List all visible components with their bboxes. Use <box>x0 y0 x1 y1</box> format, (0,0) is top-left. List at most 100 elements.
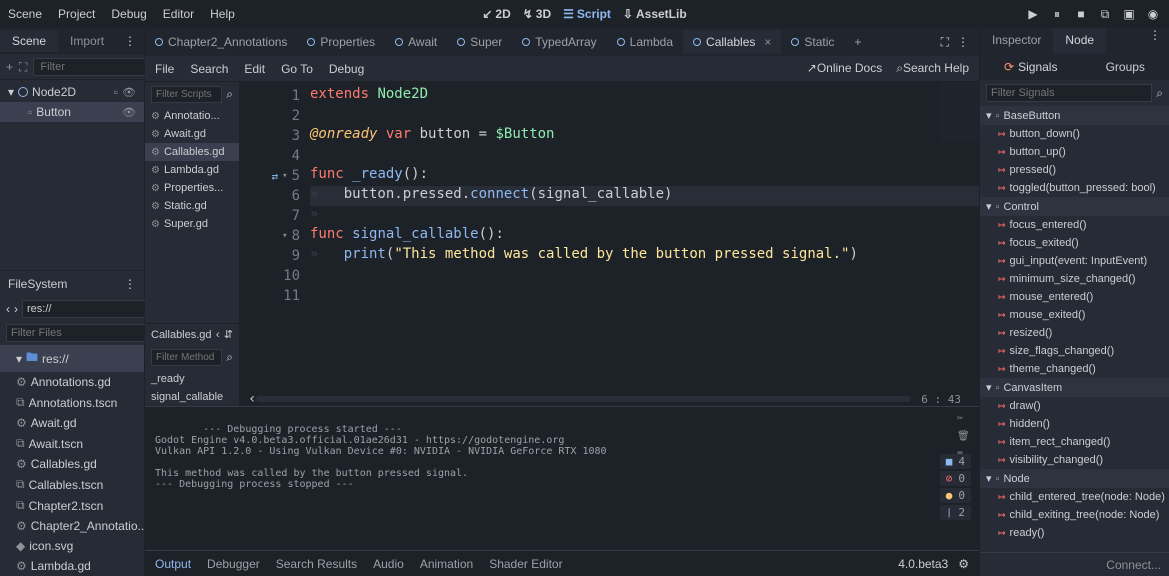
back-icon[interactable]: ‹ <box>216 329 220 341</box>
fold-icon[interactable]: ▾ <box>282 231 287 241</box>
signal-item[interactable]: ↦ready() <box>980 524 1169 542</box>
visibility-icon[interactable]: 👁 <box>122 86 136 99</box>
script-list-item[interactable]: ⚙Properties... <box>145 179 239 197</box>
script-tab[interactable]: Properties <box>297 30 385 54</box>
script-tab[interactable]: Static <box>781 30 844 54</box>
script-list-item[interactable]: ⚙Await.gd <box>145 125 239 143</box>
script-tab[interactable]: TypedArray <box>512 30 606 54</box>
tab-node[interactable]: Node <box>1053 28 1106 54</box>
code-line[interactable]: @onready var button = $Button <box>310 126 979 146</box>
view-assetlib-button[interactable]: ⇩AssetLib <box>623 7 687 21</box>
signal-item[interactable]: ↦child_exiting_tree(node: Node) <box>980 506 1169 524</box>
code-line[interactable]: extends Node2D <box>310 86 979 106</box>
filter-scripts-input[interactable] <box>151 86 222 103</box>
tab-groups[interactable]: Groups <box>1106 60 1145 74</box>
script-list-item[interactable]: ⚙Annotatio... <box>145 107 239 125</box>
script-list-item[interactable]: ⚙Callables.gd <box>145 143 239 161</box>
signal-item[interactable]: ↦mouse_exited() <box>980 306 1169 324</box>
horizontal-scrollbar[interactable] <box>256 396 911 402</box>
pause-icon[interactable]: ⏸ <box>1049 6 1065 22</box>
online-docs-link[interactable]: ↗Online Docs <box>807 61 882 76</box>
search-icon[interactable]: ⌕ <box>1156 86 1163 101</box>
signal-item[interactable]: ↦gui_input(event: InputEvent) <box>980 252 1169 270</box>
filter-signals-input[interactable] <box>986 84 1152 102</box>
code-line[interactable] <box>310 266 979 286</box>
script-tab[interactable]: Lambda <box>607 30 683 54</box>
code-line[interactable] <box>310 106 979 126</box>
close-icon[interactable]: × <box>764 35 771 49</box>
bottom-tab-debugger[interactable]: Debugger <box>207 557 260 571</box>
signal-item[interactable]: ↦visibility_changed() <box>980 451 1169 469</box>
warning-count-badge[interactable]: ●0 <box>940 488 971 503</box>
code-line[interactable]: func _ready(): <box>310 166 979 186</box>
script-menu-file[interactable]: File <box>155 62 174 76</box>
signal-item[interactable]: ↦focus_exited() <box>980 234 1169 252</box>
script-tab[interactable]: Chapter2_Annotations <box>145 30 297 54</box>
menu-project[interactable]: Project <box>58 7 95 21</box>
code-line[interactable] <box>310 146 979 166</box>
fs-file[interactable]: ⧉Chapter2.tscn <box>0 495 144 516</box>
fold-icon[interactable]: ▾ <box>282 171 287 181</box>
output-copy-icon[interactable]: ✂ <box>957 413 971 427</box>
filter-method-input[interactable] <box>151 349 222 366</box>
visibility-icon[interactable]: 👁 <box>122 106 136 119</box>
search-help-link[interactable]: ⌕Search Help <box>896 61 969 76</box>
tab-scene[interactable]: Scene <box>0 30 58 52</box>
nav-back-icon[interactable]: ‹ <box>6 302 10 316</box>
fs-folder-root[interactable]: ▾ 🖿 res:// <box>0 345 144 372</box>
bottom-tab-audio[interactable]: Audio <box>373 557 404 571</box>
menu-debug[interactable]: Debug <box>111 7 146 21</box>
signal-group[interactable]: ▾▫CanvasItem <box>980 378 1169 397</box>
scene-tabs-menu-icon[interactable]: ⋮ <box>116 34 144 48</box>
bottom-tab-shader[interactable]: Shader Editor <box>489 557 562 571</box>
scroll-left-icon[interactable]: ‹ <box>248 391 256 406</box>
signal-item[interactable]: ↦resized() <box>980 324 1169 342</box>
signal-item[interactable]: ↦size_flags_changed() <box>980 342 1169 360</box>
fs-file[interactable]: ⚙Await.gd <box>0 413 144 433</box>
info-count-badge[interactable]: ❘2 <box>940 505 971 520</box>
signal-item[interactable]: ↦minimum_size_changed() <box>980 270 1169 288</box>
search-icon[interactable]: ⌕ <box>226 350 233 365</box>
bottom-tab-search[interactable]: Search Results <box>276 557 357 571</box>
tab-inspector[interactable]: Inspector <box>980 28 1053 54</box>
code-line[interactable] <box>310 286 979 306</box>
tab-import[interactable]: Import <box>58 30 116 52</box>
signal-item[interactable]: ↦pressed() <box>980 161 1169 179</box>
signal-connect-icon[interactable]: ⇄ <box>272 170 279 183</box>
signal-item[interactable]: ↦hidden() <box>980 415 1169 433</box>
menu-editor[interactable]: Editor <box>163 7 194 21</box>
signal-item[interactable]: ↦button_up() <box>980 143 1169 161</box>
menu-help[interactable]: Help <box>210 7 235 21</box>
view-script-button[interactable]: ☰Script <box>563 7 611 21</box>
fs-file[interactable]: ◆icon.svg <box>0 536 144 556</box>
add-tab-button[interactable]: + <box>844 30 871 54</box>
fs-file[interactable]: ⧉Callables.tscn <box>0 474 144 495</box>
signal-group[interactable]: ▾▫Control <box>980 197 1169 216</box>
fs-file[interactable]: ⚙Chapter2_Annotatio... <box>0 516 144 536</box>
connect-button[interactable]: Connect... <box>980 552 1169 576</box>
script-tab[interactable]: Await <box>385 30 447 54</box>
script-badge-icon[interactable]: ▫ <box>114 85 118 99</box>
script-menu-goto[interactable]: Go To <box>281 62 313 76</box>
fs-file[interactable]: ⚙Lambda.gd <box>0 556 144 576</box>
menu-scene[interactable]: Scene <box>8 7 42 21</box>
script-list-item[interactable]: ⚙Lambda.gd <box>145 161 239 179</box>
signal-item[interactable]: ↦draw() <box>980 397 1169 415</box>
signal-item[interactable]: ↦focus_entered() <box>980 216 1169 234</box>
minimap[interactable] <box>939 82 979 142</box>
script-menu-search[interactable]: Search <box>190 62 228 76</box>
play-icon[interactable]: ▶ <box>1025 6 1041 22</box>
nav-fwd-icon[interactable]: › <box>14 302 18 316</box>
bottom-settings-icon[interactable]: ⚙ <box>958 557 969 571</box>
add-node-icon[interactable]: + <box>6 60 13 74</box>
fs-file[interactable]: ⚙Annotations.gd <box>0 372 144 392</box>
signal-item[interactable]: ↦toggled(button_pressed: bool) <box>980 179 1169 197</box>
method-list-item[interactable]: signal_callable <box>145 388 239 406</box>
code-line[interactable]: func signal_callable(): <box>310 226 979 246</box>
signal-item[interactable]: ↦item_rect_changed() <box>980 433 1169 451</box>
tab-signals[interactable]: ⟳ Signals <box>1004 60 1057 74</box>
signal-item[interactable]: ↦theme_changed() <box>980 360 1169 378</box>
distraction-free-icon[interactable]: ⛶ <box>941 35 949 50</box>
bottom-tab-output[interactable]: Output <box>155 557 191 571</box>
script-list-item[interactable]: ⚙Static.gd <box>145 197 239 215</box>
